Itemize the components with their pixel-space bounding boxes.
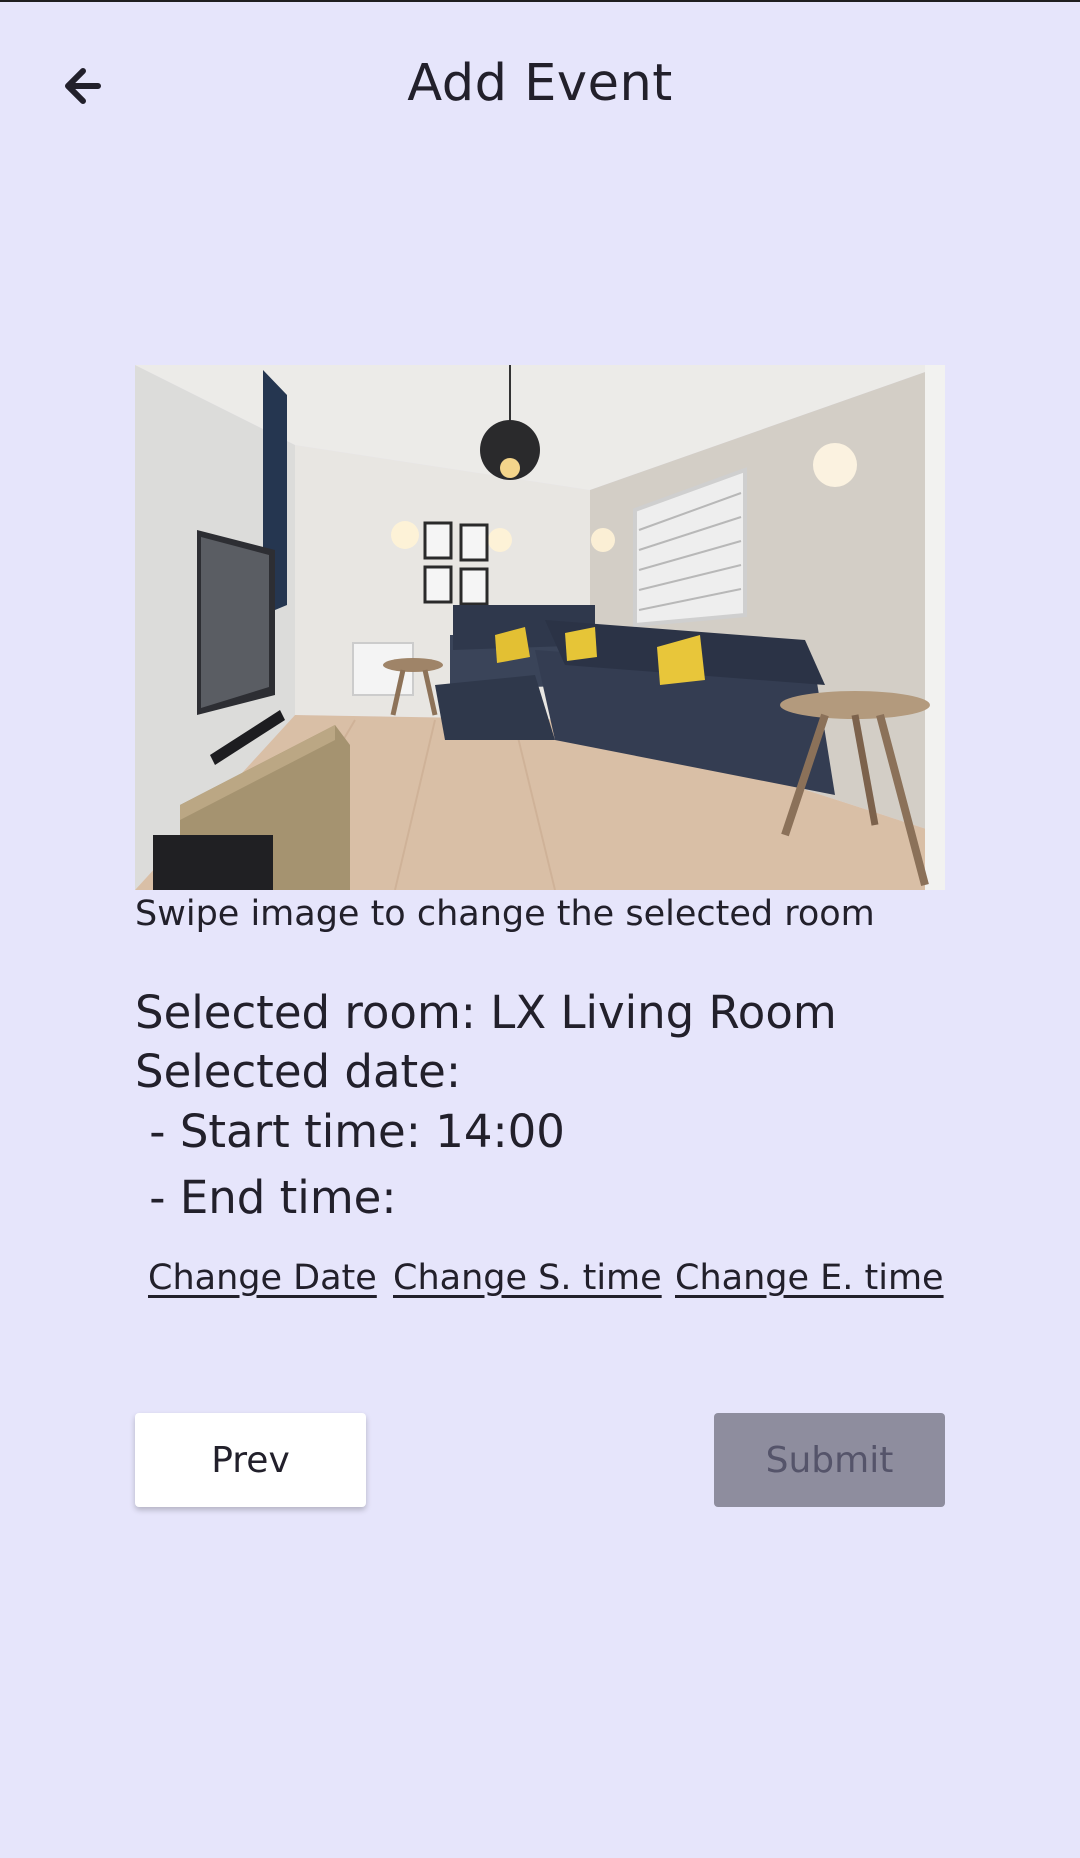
prev-button[interactable]: Prev [135,1413,366,1507]
page-title: Add Event [407,54,673,113]
room-image-carousel[interactable] [135,365,945,890]
end-time-text: - End time: [135,1171,397,1224]
change-end-time-link[interactable]: Change E. time [675,1258,944,1298]
change-date-link[interactable]: Change Date [148,1258,377,1298]
swipe-hint: Swipe image to change the selected room [135,894,875,934]
selected-date-text: Selected date: [135,1045,462,1098]
submit-button[interactable]: Submit [714,1413,945,1507]
change-start-time-link[interactable]: Change S. time [393,1258,662,1298]
selected-room-text: Selected room: LX Living Room [135,986,837,1039]
top-border [0,0,1080,2]
living-room-photo [135,365,945,890]
start-time-text: - Start time: 14:00 [135,1105,565,1158]
